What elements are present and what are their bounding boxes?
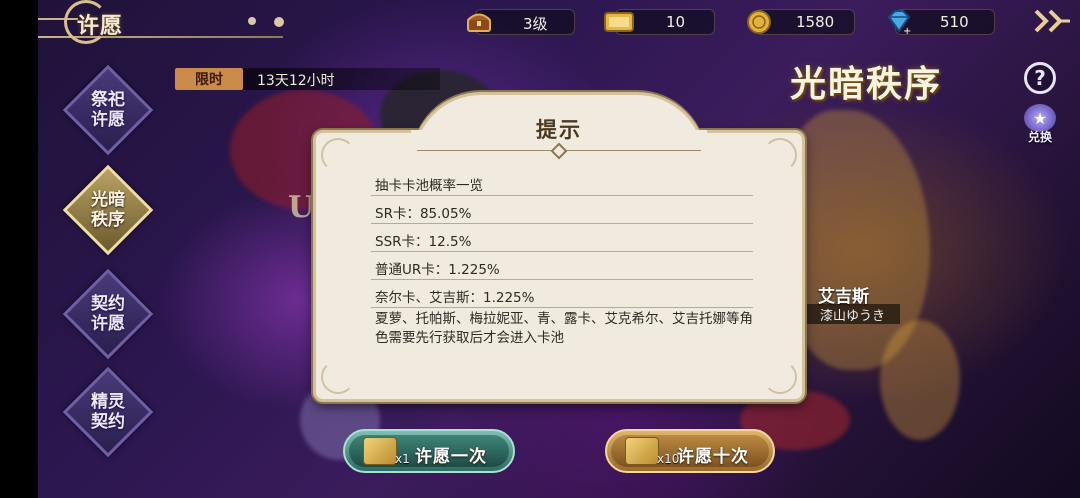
probability-list: 抽卡卡池概率一览 SR卡：85.05% SSR卡：12.5% 普通UR卡：1.2…: [371, 168, 753, 308]
voice-actor: 漆山ゆうき: [800, 304, 900, 324]
wish-book-icon: [625, 437, 659, 465]
limited-time-bar: 限时 13天12小时: [175, 68, 440, 90]
wish-ten-label: 许愿十次: [677, 447, 749, 467]
treasure-chest-icon: [462, 6, 496, 38]
wish-cost-value: 1: [402, 452, 410, 466]
side-tab-label: 精灵契约: [91, 392, 125, 432]
title-ornament-dot: [274, 17, 284, 27]
wish-book-icon: [602, 6, 636, 38]
page-title: 许愿: [77, 14, 124, 39]
wish-screen: 许愿 3级 10 1580 + 510 限时 13天12小时 祭祀许愿 光暗秩序…: [0, 0, 1080, 498]
title-ornament-dot: [248, 17, 256, 25]
side-tab-contract-wish[interactable]: 契约许愿: [62, 268, 154, 360]
side-tab-spirit-contract[interactable]: 精灵契约: [62, 366, 154, 458]
probability-row: 奈尔卡、艾吉斯：1.225%: [371, 280, 753, 308]
ticket-count: 10: [666, 13, 686, 31]
gold-count: 1580: [796, 13, 835, 31]
dialog-title: 提示: [536, 118, 582, 142]
help-icon[interactable]: ?: [1024, 62, 1056, 94]
gold-display[interactable]: 1580: [747, 9, 855, 35]
exchange-button[interactable]: ★ 兑换: [1022, 104, 1058, 145]
character-art-staff: [880, 320, 960, 440]
probability-row: SSR卡：12.5%: [371, 224, 753, 252]
wish-cost: x1: [395, 452, 410, 466]
time-remaining: 13天12小时: [257, 73, 335, 89]
side-tab-label: 光暗秩序: [91, 190, 125, 230]
side-tab-label: 契约许愿: [91, 294, 125, 334]
side-tab-ritual-wish[interactable]: 祭祀许愿: [62, 64, 154, 156]
probability-row: SR卡：85.05%: [371, 196, 753, 224]
gem-count: 510: [940, 13, 969, 31]
side-tab-label: 祭祀许愿: [91, 90, 125, 130]
wish-ten-button[interactable]: x10 许愿十次: [605, 429, 775, 473]
banner-title: 光暗秩序: [790, 63, 943, 105]
gold-coin-icon: [742, 6, 776, 38]
title-frame: [38, 0, 288, 46]
wish-ticket-display[interactable]: 10: [604, 9, 715, 35]
diamond-icon: +: [882, 6, 916, 38]
probability-row: 普通UR卡：1.225%: [371, 252, 753, 280]
level-value: 3级: [523, 15, 548, 33]
tip-dialog: 提示 抽卡卡池概率一览 SR卡：85.05% SSR卡：12.5% 普通UR卡：…: [313, 92, 805, 402]
side-tab-light-dark-order[interactable]: 光暗秩序: [62, 164, 154, 256]
corner-ornament: [321, 360, 355, 394]
wish-book-icon: [363, 437, 397, 465]
gem-display[interactable]: + 510: [887, 9, 995, 35]
exit-arrow-icon[interactable]: [1032, 6, 1072, 36]
pool-note: 夏萝、托帕斯、梅拉妮亚、青、露卡、艾克希尔、艾吉托娜等角色需要先行获取后才会进入…: [375, 311, 753, 346]
svg-text:+: +: [903, 26, 911, 35]
probability-row: 抽卡卡池概率一览: [371, 168, 753, 196]
left-letterbox: [0, 0, 38, 498]
wish-once-button[interactable]: x1 许愿一次: [343, 429, 515, 473]
corner-ornament: [763, 360, 797, 394]
level-display[interactable]: 3级: [467, 9, 575, 35]
exchange-label: 兑换: [1027, 130, 1052, 144]
limited-time-tag: 限时: [175, 68, 243, 90]
wish-once-label: 许愿一次: [415, 447, 487, 467]
